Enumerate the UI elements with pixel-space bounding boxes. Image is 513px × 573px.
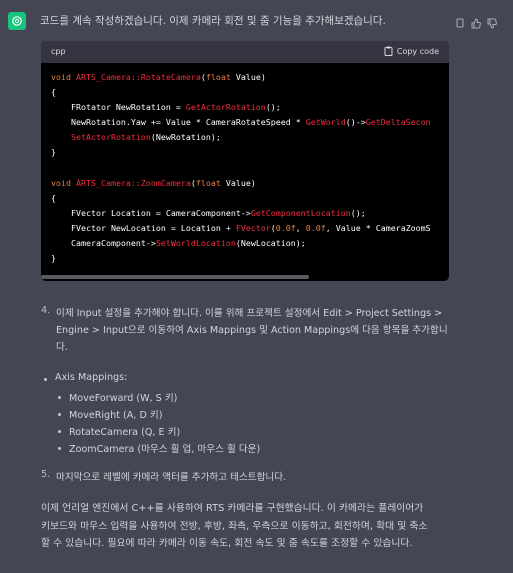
code-token: FRotator NewRotation =	[51, 102, 186, 113]
code-token: void	[51, 72, 76, 82]
code-token: SetActorRotation	[70, 132, 151, 143]
code-line: SetActorRotation(NewRotation);	[51, 130, 449, 145]
code-token: NewRotation.Yaw += Value * CameraRotateS…	[51, 117, 306, 128]
bullet-icon	[58, 413, 61, 416]
summary-paragraph: 이제 언리얼 엔진에서 C++를 사용하여 RTS 카메라를 구현했습니다. 이…	[41, 500, 461, 553]
code-line: void ARTS_Camera::ZoomCamera(float Value…	[51, 176, 449, 191]
step-4-line: 이제 Input 설정을 추가해야 합니다. 이를 위해 프로젝트 설정에서 E…	[56, 308, 443, 319]
code-token: (NewLocation);	[235, 238, 306, 249]
summary-line: 할 수 있습니다. 필요에 따라 카메라 이동 속도, 회전 속도 및 줌 속도…	[41, 538, 413, 549]
code-token: 0.0f	[275, 222, 296, 233]
code-line: void ARTS_Camera::RotateCamera(float Val…	[51, 70, 449, 85]
copy-code-button[interactable]: Copy code	[384, 46, 439, 56]
code-header: cpp Copy code	[41, 41, 449, 63]
horizontal-scrollbar[interactable]	[41, 275, 309, 279]
message-actions	[455, 14, 497, 29]
bullet-icon	[58, 447, 61, 450]
summary-line: 키보드와 마우스 입력을 사용하여 전방, 후방, 좌측, 우측으로 이동하고,…	[41, 520, 428, 532]
bullet-icon	[58, 396, 61, 399]
code-line: CameraComponent->SetWorldLocation(NewLoc…	[51, 236, 449, 251]
code-token: float	[205, 72, 231, 82]
code-line: FVector Location = CameraComponent->GetC…	[51, 206, 449, 221]
code-token: ARTS_Camera::RotateCamera	[75, 72, 201, 82]
code-token: ()->	[345, 117, 366, 128]
copy-code-label: Copy code	[396, 46, 439, 56]
code-content: void ARTS_Camera::RotateCamera(float Val…	[41, 63, 449, 266]
code-line: {	[51, 85, 449, 100]
code-token: Value)	[220, 177, 256, 188]
code-token: GetWorld	[305, 117, 346, 128]
code-token: }	[51, 147, 56, 158]
mapping-label: RotateCamera (Q, E 키)	[69, 427, 181, 438]
code-token: Value)	[230, 72, 266, 82]
code-token: CameraComponent->	[51, 238, 156, 249]
step-4-line: 다.	[56, 342, 68, 353]
code-line: FVector NewLocation = Location + FVector…	[51, 221, 449, 236]
mapping-label: MoveRight (A, D 키)	[69, 410, 163, 421]
clipboard-icon	[384, 46, 393, 56]
code-token: 0.0f	[305, 222, 326, 233]
thumbs-up-icon[interactable]	[471, 14, 481, 29]
code-token: {	[51, 192, 56, 203]
code-line: }	[51, 251, 449, 266]
code-token: {	[51, 87, 56, 98]
code-line: }	[51, 145, 449, 160]
code-token: ();	[350, 207, 366, 218]
code-line: {	[51, 191, 449, 206]
code-token: FVector	[235, 222, 271, 233]
openai-logo-icon	[12, 16, 22, 26]
axis-mappings-title: Axis Mappings:	[55, 372, 128, 383]
code-block: cpp Copy code void ARTS_Camera::RotateCa…	[41, 41, 449, 281]
code-token: void	[51, 177, 76, 188]
code-token: (NewRotation);	[150, 132, 221, 143]
assistant-avatar	[8, 12, 26, 30]
mapping-label: MoveForward (W, S 키)	[69, 393, 178, 404]
intro-text: 코드를 계속 작성하겠습니다. 이제 카메라 회전 및 줌 기능을 추가해보겠습…	[40, 15, 386, 27]
code-token: FVector NewLocation = Location +	[51, 222, 236, 233]
code-token: GetDeltaSecon	[365, 117, 431, 128]
code-token: GetActorRotation	[185, 102, 266, 113]
code-token: ();	[265, 102, 281, 113]
thumbs-down-icon[interactable]	[487, 14, 497, 29]
code-token: GetComponentLocation	[250, 207, 351, 218]
code-line: NewRotation.Yaw += Value * CameraRotateS…	[51, 115, 449, 130]
code-line: FRotator NewRotation = GetActorRotation(…	[51, 100, 449, 115]
step-4-line: Engine > Input으로 이동하여 Axis Mappings 및 Ac…	[56, 325, 448, 336]
step-5-line: 마지막으로 레벨에 카메라 액터를 추가하고 테스트합니다.	[56, 472, 287, 483]
bullet-icon	[44, 378, 47, 381]
code-token: float	[195, 177, 221, 188]
bullet-icon	[58, 430, 61, 433]
code-token: FVector Location = CameraComponent->	[51, 207, 251, 218]
code-token: , Value * CameraZoomS	[325, 222, 431, 233]
code-token: SetWorldLocation	[155, 238, 236, 249]
code-token: ARTS_Camera::ZoomCamera	[75, 177, 191, 188]
summary-line: 이제 언리얼 엔진에서 C++를 사용하여 RTS 카메라를 구현했습니다. 이…	[41, 503, 424, 514]
mapping-label: ZoomCamera (마우스 휠 업, 마우스 휠 다운)	[69, 444, 261, 455]
code-token: ,	[295, 222, 306, 233]
code-token: }	[51, 253, 56, 264]
step-number: 5.	[41, 469, 51, 480]
copy-icon[interactable]	[455, 14, 465, 28]
code-language: cpp	[51, 47, 66, 56]
step-number: 4.	[41, 305, 51, 316]
